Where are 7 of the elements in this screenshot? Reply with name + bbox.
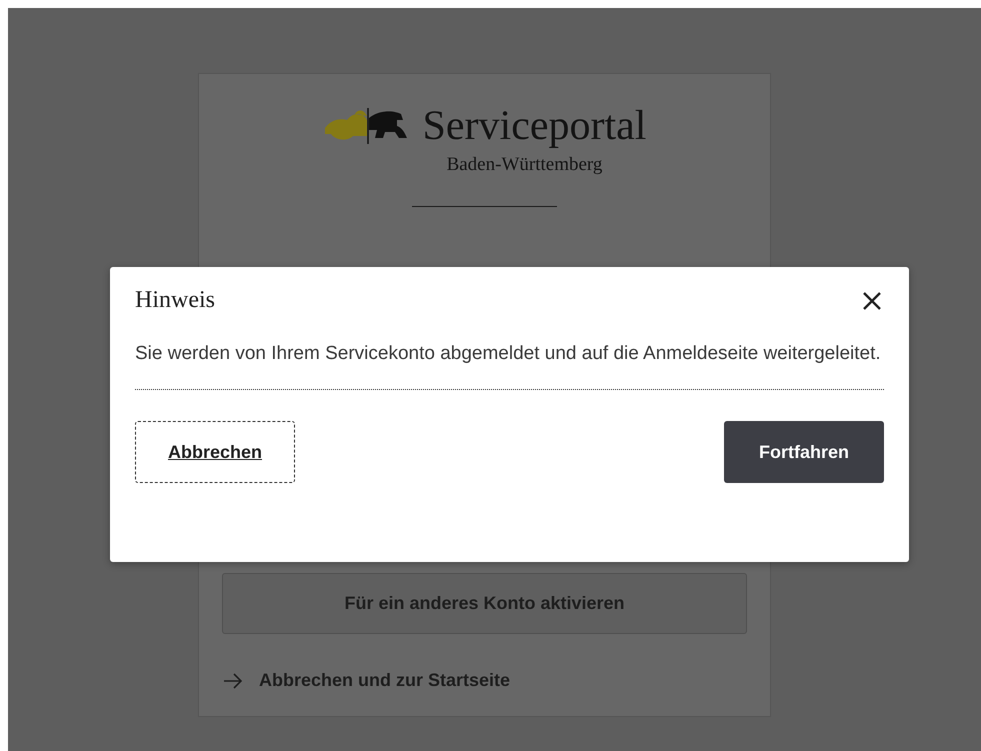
portal-title: Serviceportal: [422, 102, 646, 150]
arrow-right-icon: [223, 672, 243, 688]
cancel-button[interactable]: Abbrechen: [135, 421, 295, 483]
continue-button[interactable]: Fortfahren: [724, 421, 884, 483]
dialog-message: Sie werden von Ihrem Servicekonto abgemeldet und auf die Anmeldeseite weitergeleitet.: [135, 342, 882, 366]
dialog-title: Hinweis: [135, 287, 215, 314]
portal-subtitle: Baden-Württemberg: [446, 154, 602, 176]
